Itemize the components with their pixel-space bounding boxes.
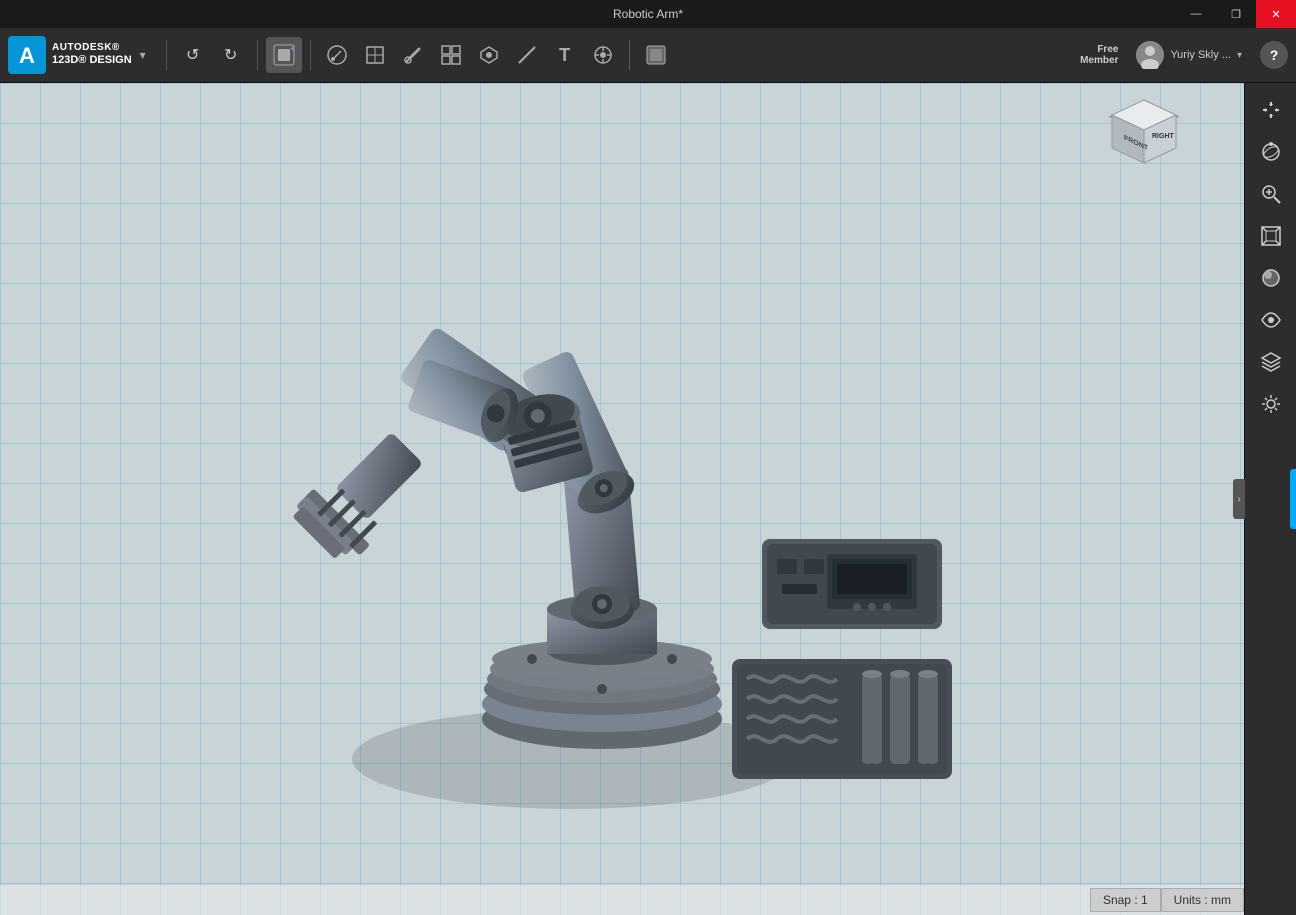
user-dropdown-icon: ▾ xyxy=(1237,50,1242,61)
pan-button[interactable] xyxy=(1252,91,1290,129)
view-button[interactable] xyxy=(1252,301,1290,339)
autodesk-label: AUTODESK® xyxy=(52,42,132,54)
viewport[interactable]: FRONT RIGHT Snap : 1 Units : mm xyxy=(0,83,1244,915)
user-name-label: Yuriy Skly ... xyxy=(1170,49,1231,61)
construct-button[interactable] xyxy=(357,37,393,73)
svg-text:RIGHT: RIGHT xyxy=(1152,133,1175,140)
title-bar: Robotic Arm* — ❐ ✕ xyxy=(0,0,1296,28)
main-tools-group: T xyxy=(319,37,621,73)
pattern-button[interactable] xyxy=(433,37,469,73)
sep-4 xyxy=(629,40,630,70)
autodesk-logo-icon: A xyxy=(8,36,46,74)
help-button[interactable]: ? xyxy=(1260,41,1288,69)
window-controls: — ❐ ✕ xyxy=(1176,0,1296,28)
fit-button[interactable] xyxy=(1252,217,1290,255)
settings-button[interactable] xyxy=(1252,385,1290,423)
sep-1 xyxy=(166,40,167,70)
user-area: Free Member Yuriy Skly ... ▾ ? xyxy=(1080,37,1288,73)
view-cube[interactable]: FRONT RIGHT xyxy=(1104,95,1184,175)
zoom-button[interactable] xyxy=(1252,175,1290,213)
maximize-button[interactable]: ❐ xyxy=(1216,0,1256,28)
close-button[interactable]: ✕ xyxy=(1256,0,1296,28)
user-avatar xyxy=(1136,41,1164,69)
right-sidebar: › xyxy=(1244,83,1296,915)
logo-text: AUTODESK® 123D® DESIGN xyxy=(52,42,132,67)
user-profile-button[interactable]: Yuriy Skly ... ▾ xyxy=(1128,37,1250,73)
measure-button[interactable] xyxy=(509,37,545,73)
sep-3 xyxy=(310,40,311,70)
layers-button[interactable] xyxy=(1252,343,1290,381)
product-label: 123D® DESIGN xyxy=(52,54,132,67)
sep-2 xyxy=(257,40,258,70)
sidebar-accent xyxy=(1290,469,1296,529)
snap-button[interactable] xyxy=(585,37,621,73)
membership-info: Free Member xyxy=(1080,44,1118,66)
undo-button[interactable]: ↺ xyxy=(175,37,211,73)
svg-text:+: + xyxy=(290,44,295,53)
toolbar: A AUTODESK® 123D® DESIGN ▾ ↺ ↻ + xyxy=(0,28,1296,83)
units-status[interactable]: Units : mm xyxy=(1161,888,1244,912)
status-bar: Snap : 1 Units : mm xyxy=(0,885,1244,915)
orbit-button[interactable] xyxy=(1252,133,1290,171)
free-label: Free xyxy=(1097,44,1118,55)
collapse-sidebar-button[interactable]: › xyxy=(1233,479,1245,519)
grouping-button[interactable] xyxy=(471,37,507,73)
member-label: Member xyxy=(1080,55,1118,66)
text-button[interactable]: T xyxy=(547,37,583,73)
redo-button[interactable]: ↻ xyxy=(213,37,249,73)
shading-button[interactable] xyxy=(1252,259,1290,297)
minimize-button[interactable]: — xyxy=(1176,0,1216,28)
robotic-arm-svg xyxy=(172,149,1072,849)
material-button[interactable] xyxy=(638,37,674,73)
sketch-button[interactable] xyxy=(319,37,355,73)
svg-text:A: A xyxy=(19,43,35,68)
modify-button[interactable] xyxy=(395,37,431,73)
logo-dropdown-icon[interactable]: ▾ xyxy=(138,46,148,64)
logo-area: A AUTODESK® 123D® DESIGN ▾ xyxy=(8,36,148,74)
main-area: FRONT RIGHT Snap : 1 Units : mm xyxy=(0,83,1296,915)
undo-redo-group: ↺ ↻ xyxy=(175,37,249,73)
arm-container xyxy=(0,83,1244,915)
snap-status[interactable]: Snap : 1 xyxy=(1090,888,1161,912)
window-title: Robotic Arm* xyxy=(613,7,683,21)
add-primitive-button[interactable]: + xyxy=(266,37,302,73)
